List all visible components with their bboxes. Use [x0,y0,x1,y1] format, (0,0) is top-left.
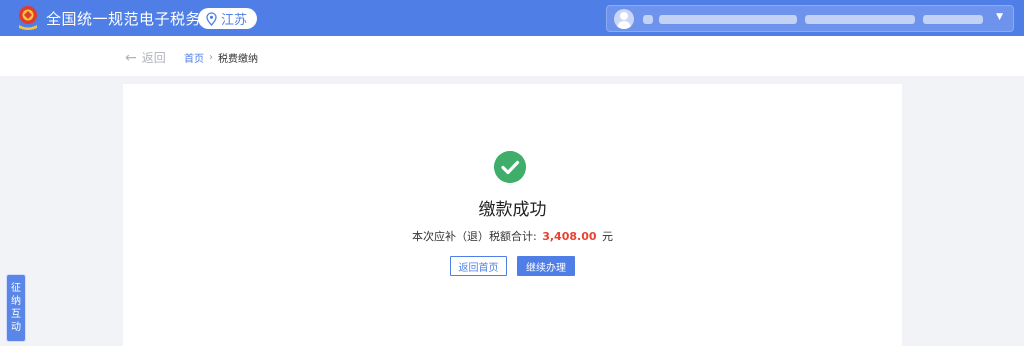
breadcrumb-separator: › [209,52,213,63]
tax-summary: 本次应补（退）税额合计: 3,408.00 元 [123,228,902,244]
redacted-user-info [643,15,653,24]
user-account-menu[interactable]: ▼ [606,5,1014,32]
breadcrumb: 首页 › 税费缴纳 [184,50,258,65]
result-title: 缴款成功 [478,200,547,220]
side-tab-char: 互 [11,309,21,320]
continue-button[interactable]: 继续办理 [517,256,575,276]
user-avatar-icon [614,9,634,29]
payment-result-card: 缴款成功 本次应补（退）税额合计: 3,408.00 元 返回首页 继续办理 [123,84,902,346]
success-check-icon [494,151,526,183]
summary-label: 本次应补（退）税额合计: [412,230,537,243]
return-home-button[interactable]: 返回首页 [450,256,507,276]
caret-down-icon[interactable]: ▼ [996,12,1003,22]
interaction-side-tab[interactable]: 征 纳 互 动 [6,274,26,342]
amount-unit: 元 [602,230,613,243]
breadcrumb-current: 税费缴纳 [218,54,258,65]
side-tab-char: 动 [11,322,21,333]
tax-amount: 3,408.00 [542,230,597,243]
side-tab-char: 纳 [11,296,21,307]
top-header: 全国统一规范电子税务局 江苏 ▼ [0,0,1024,36]
back-button[interactable]: ← 返回 [125,49,166,66]
redacted-user-info [659,15,797,24]
redacted-user-info [805,15,915,24]
back-arrow-icon: ← [125,49,137,66]
breadcrumb-home-link[interactable]: 首页 [184,50,204,65]
region-selector[interactable]: 江苏 [198,8,258,29]
location-pin-icon [206,11,217,26]
app-title: 全国统一规范电子税务局 [46,10,217,28]
side-tab-char: 征 [11,283,21,294]
tax-emblem-icon[interactable] [16,5,40,31]
region-label: 江苏 [221,13,248,28]
redacted-user-info [923,15,983,24]
back-label: 返回 [141,51,166,65]
breadcrumb-bar: ← 返回 首页 › 税费缴纳 [0,36,1024,76]
